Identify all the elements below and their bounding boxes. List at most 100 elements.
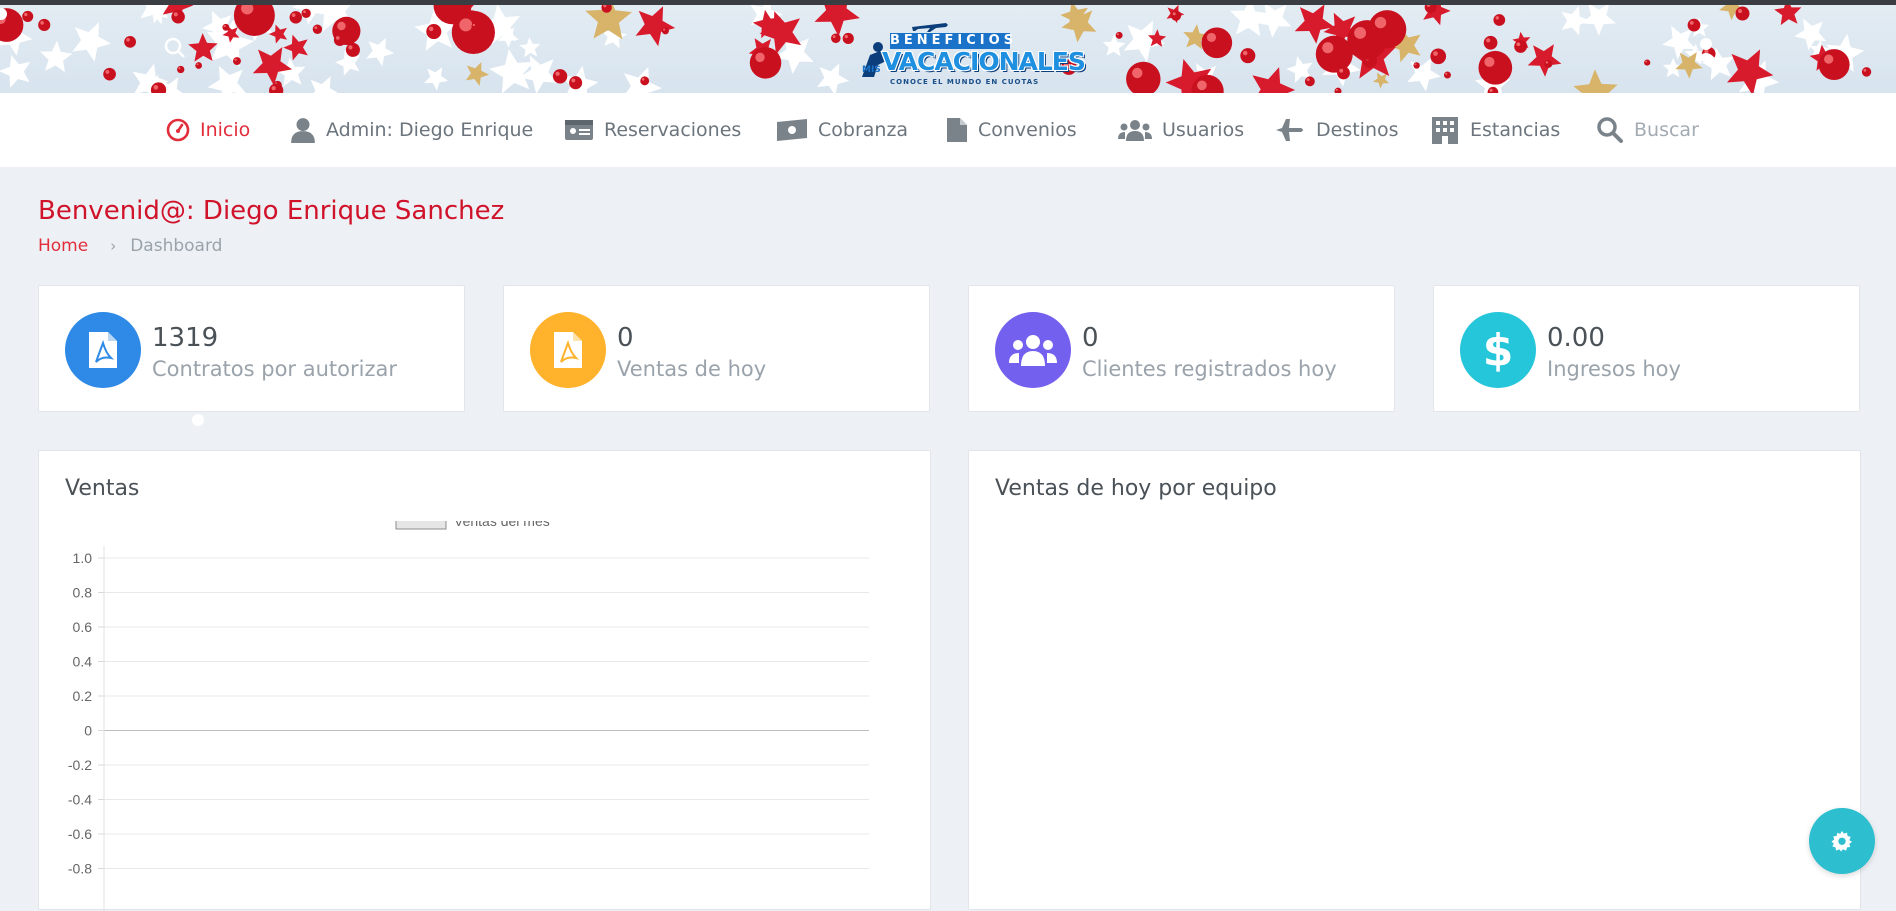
bauble-highlight xyxy=(1433,51,1438,56)
nav-item-inicio[interactable]: Inicio xyxy=(166,93,250,167)
nav-item-destinos[interactable]: Destinos xyxy=(1274,93,1399,167)
bauble-highlight xyxy=(1484,56,1495,67)
nav-label: Estancias xyxy=(1470,119,1561,141)
bauble-ornament xyxy=(451,10,495,55)
bauble-highlight xyxy=(844,34,848,39)
star-ornament xyxy=(268,24,288,44)
star-ornament xyxy=(817,63,850,93)
bauble-ornament xyxy=(177,65,185,74)
stat-card-contratos: 1319 Contratos por autorizar xyxy=(38,285,465,412)
stat-label: Ventas de hoy xyxy=(617,357,767,381)
bauble-ornament xyxy=(38,18,51,32)
panel-ventas: Ventas Ventas del mes 1.0 0.8 0.6 0.4 0.2 0 -0.… xyxy=(38,450,931,911)
stat-card-ventas-hoy: 0 Ventas de hoy xyxy=(503,285,930,412)
star-ornament xyxy=(814,5,860,37)
bauble-highlight xyxy=(755,52,765,63)
bauble-highlight xyxy=(291,13,296,18)
bauble-ornament xyxy=(1735,6,1750,21)
bauble-highlight xyxy=(105,70,110,74)
bauble-ornament xyxy=(232,57,241,66)
bauble-highlight xyxy=(303,10,306,14)
nav-item-cobranza[interactable]: Cobranza xyxy=(776,93,908,167)
dashboard-gauge-icon xyxy=(166,118,190,142)
brand-logo[interactable]: BENEFICIOS MIS VACACIONALES CONOCE EL MU… xyxy=(856,23,1086,87)
bauble-highlight xyxy=(1374,16,1387,29)
logo-tagline: CONOCE EL MUNDO EN CUOTAS xyxy=(890,78,1040,86)
stat-value: 0.00 xyxy=(1547,323,1605,353)
bauble-ornament xyxy=(1818,49,1850,81)
nav-item-convenios[interactable]: Convenios xyxy=(946,93,1077,167)
bauble-highlight xyxy=(1645,60,1648,63)
page-title: Benvenid@: Diego Enrique Sanchez xyxy=(38,196,505,226)
bauble-ornament xyxy=(1687,18,1701,32)
stat-label: Ingresos hoy xyxy=(1547,357,1681,381)
bauble-highlight xyxy=(337,21,346,31)
bauble-ornament xyxy=(1644,59,1651,66)
nav-item-estancias[interactable]: Estancias xyxy=(1430,93,1560,167)
bauble-highlight xyxy=(571,78,576,83)
bauble-ornament xyxy=(1201,27,1233,59)
bauble-highlight xyxy=(472,23,475,27)
bauble-highlight xyxy=(1689,21,1694,25)
star-ornament xyxy=(1102,34,1126,57)
star-ornament xyxy=(519,55,558,93)
users-icon xyxy=(995,312,1071,388)
bauble-ornament xyxy=(831,33,841,44)
nav-item-admin[interactable]: Admin: Diego Enrique xyxy=(290,93,533,167)
logo-main-text: VACACIONALES xyxy=(882,47,1086,76)
bauble-highlight xyxy=(335,36,340,40)
settings-button[interactable] xyxy=(1809,808,1875,874)
bauble-ornament xyxy=(1544,59,1553,68)
star-ornament xyxy=(310,76,339,93)
y-tick-label: 1.0 xyxy=(73,550,93,566)
stat-value: 1319 xyxy=(152,323,219,353)
legend-label: Ventas del mes xyxy=(454,521,550,529)
panel-title: Ventas de hoy por equipo xyxy=(995,476,1277,501)
y-tick-label: 0.6 xyxy=(73,619,93,635)
bauble-highlight xyxy=(459,18,473,32)
breadcrumb-home-link[interactable]: Home xyxy=(38,236,88,256)
star-ornament xyxy=(1573,69,1618,93)
bauble-highlight xyxy=(1206,32,1217,43)
bauble-highlight xyxy=(1863,68,1867,72)
y-tick-label: 0.2 xyxy=(73,688,93,704)
nav-label: Destinos xyxy=(1316,119,1399,141)
star-ornament xyxy=(1561,5,1590,36)
user-icon xyxy=(291,118,315,143)
bauble-highlight xyxy=(1737,8,1743,14)
bauble-highlight xyxy=(641,77,645,81)
nav-label: Reservaciones xyxy=(604,119,742,141)
bauble-ornament xyxy=(1115,31,1123,39)
bauble-ornament xyxy=(301,8,311,18)
search-icon xyxy=(1597,117,1623,143)
stat-card-clientes: 0 Clientes registrados hoy xyxy=(968,285,1395,412)
star-ornament xyxy=(635,6,676,47)
bauble-ornament xyxy=(345,42,360,57)
bauble-ornament xyxy=(552,69,568,84)
bauble-highlight xyxy=(1414,63,1417,66)
bauble-highlight xyxy=(1486,38,1491,43)
bauble-highlight xyxy=(1354,27,1367,39)
bauble-highlight xyxy=(428,26,434,32)
y-tick-label: 0.8 xyxy=(73,585,93,601)
bauble-ornament xyxy=(842,32,854,45)
stat-card-ingresos: $ 0.00 Ingresos hoy xyxy=(1433,285,1860,412)
file-pdf-icon xyxy=(65,312,141,388)
bauble-highlight xyxy=(1495,16,1500,20)
nav-item-usuarios[interactable]: Usuarios xyxy=(1118,93,1244,167)
nav-item-reservaciones[interactable]: Reservaciones xyxy=(564,93,741,167)
panel-title: Ventas xyxy=(65,476,140,501)
star-ornament xyxy=(72,22,112,62)
users-icon xyxy=(1118,120,1152,141)
nav-item-buscar[interactable]: Buscar xyxy=(1596,93,1699,167)
bauble-ornament xyxy=(569,76,583,90)
star-ornament xyxy=(465,62,490,86)
bauble-ornament xyxy=(1483,35,1498,50)
file-icon xyxy=(947,118,967,142)
star-ornament xyxy=(1252,67,1296,93)
bauble-highlight xyxy=(1116,33,1119,36)
bauble-highlight xyxy=(126,38,130,42)
bauble-ornament xyxy=(103,67,116,81)
bauble-highlight xyxy=(223,25,226,28)
bauble-ornament xyxy=(333,34,346,46)
